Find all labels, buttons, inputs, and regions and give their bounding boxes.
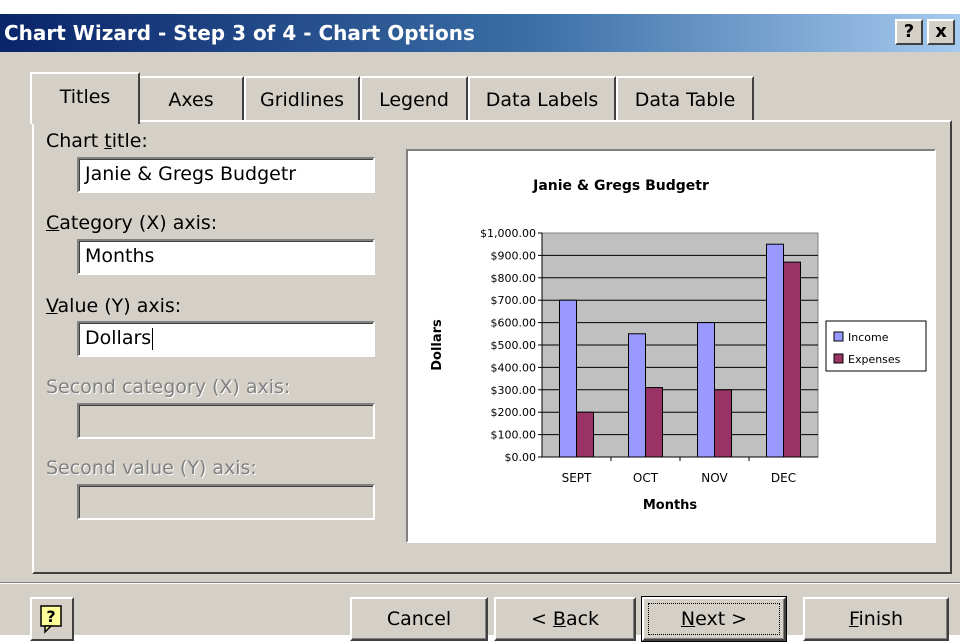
bar-income-oct xyxy=(628,333,646,458)
chart-title-label: Chart title: xyxy=(46,130,148,152)
bar-expenses-sept xyxy=(576,411,594,458)
x-tick-label: SEPT xyxy=(562,471,592,485)
y-tick-label: $400.00 xyxy=(491,361,537,374)
legend-swatch-expenses xyxy=(833,353,844,364)
bar-income-nov xyxy=(697,322,715,458)
tab-gridlines[interactable]: Gridlines xyxy=(244,76,360,122)
bar-expenses-nov xyxy=(714,389,732,458)
title-bar: Chart Wizard - Step 3 of 4 - Chart Optio… xyxy=(0,14,960,52)
chart-title-input[interactable]: Janie & Gregs Budgetr xyxy=(77,157,375,193)
cancel-button[interactable]: Cancel xyxy=(350,597,488,641)
bar-expenses-dec xyxy=(783,261,801,458)
y-tick-label: $900.00 xyxy=(491,249,537,262)
y-tick-label: $300.00 xyxy=(491,384,537,397)
separator-highlight xyxy=(0,583,960,584)
category-axis-label: Category (X) axis: xyxy=(46,212,218,234)
close-icon[interactable]: x xyxy=(927,19,955,45)
bar-income-sept xyxy=(559,299,577,458)
bar-income-dec xyxy=(766,243,784,458)
window-title: Chart Wizard - Step 3 of 4 - Chart Optio… xyxy=(4,21,475,45)
second-category-axis-label: Second category (X) axis: xyxy=(46,376,291,398)
second-category-axis-input[interactable] xyxy=(77,403,375,439)
help-icon: ? xyxy=(40,605,62,634)
y-tick-label: $500.00 xyxy=(491,339,537,352)
tab-data-labels[interactable]: Data Labels xyxy=(468,76,616,122)
chart-preview: Janie & Gregs Budgetr $0.00 $100.00 $200.00… xyxy=(406,149,936,543)
tab-axes[interactable]: Axes xyxy=(138,76,244,122)
legend-swatch-income xyxy=(833,331,844,342)
y-tick-label: $0.00 xyxy=(505,451,537,464)
chart-svg: Janie & Gregs Budgetr $0.00 $100.00 $200.00… xyxy=(430,178,927,513)
y-tick-label: $600.00 xyxy=(491,317,537,330)
tab-titles[interactable]: Titles xyxy=(30,72,140,124)
tab-legend[interactable]: Legend xyxy=(360,76,468,122)
bar-expenses-oct xyxy=(645,387,663,458)
svg-text:?: ? xyxy=(46,607,55,626)
second-value-axis-label: Second value (Y) axis: xyxy=(46,457,257,479)
chart-wizard-dialog: Chart Wizard - Step 3 of 4 - Chart Optio… xyxy=(0,14,960,642)
value-axis-label: Value (Y) axis: xyxy=(46,295,182,317)
y-tick-label: $100.00 xyxy=(491,429,537,442)
x-axis-title: Months xyxy=(643,498,698,513)
chart-title: Janie & Gregs Budgetr xyxy=(532,178,709,194)
y-tick-label: $1,000.00 xyxy=(480,227,536,240)
help-question-icon[interactable]: ? xyxy=(895,19,923,45)
y-tick-label: $700.00 xyxy=(491,294,537,307)
x-tick-label: OCT xyxy=(633,471,659,485)
value-axis-input[interactable]: Dollars xyxy=(77,321,375,357)
category-axis-input[interactable]: Months xyxy=(77,239,375,275)
x-tick-label: NOV xyxy=(701,471,728,485)
y-tick-label: $200.00 xyxy=(491,406,537,419)
second-value-axis-input[interactable] xyxy=(77,484,375,520)
legend-label-expenses: Expenses xyxy=(848,353,901,366)
tab-data-table[interactable]: Data Table xyxy=(616,76,754,122)
help-icon-button[interactable]: ? xyxy=(30,597,74,641)
legend-label-income: Income xyxy=(848,331,889,344)
x-tick-label: DEC xyxy=(771,471,796,485)
y-tick-label: $800.00 xyxy=(491,272,537,285)
next-button[interactable]: Next > xyxy=(641,596,787,642)
y-axis-title: Dollars xyxy=(430,319,445,371)
finish-button[interactable]: Finish xyxy=(803,597,949,641)
back-button[interactable]: < Back xyxy=(494,597,636,641)
